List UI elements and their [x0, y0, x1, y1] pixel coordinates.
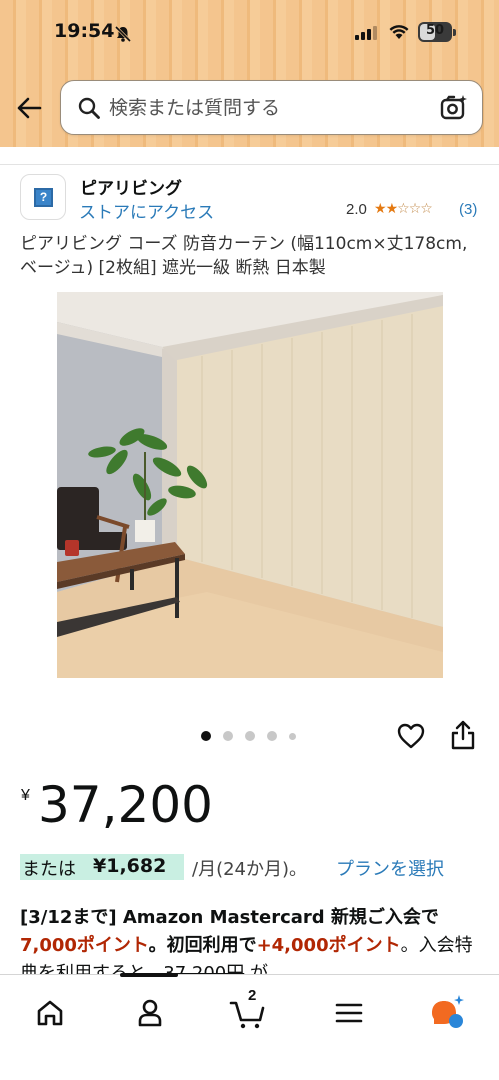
cellular-signal-icon [355, 26, 377, 40]
installment-prefix: または [22, 859, 76, 880]
installment-row: または ¥1,682 /月(24か月)。 プランを選択 [20, 854, 480, 880]
share-icon[interactable] [450, 720, 476, 750]
rufus-ai-icon[interactable] [428, 993, 468, 1033]
price-currency: ¥ [21, 787, 30, 804]
carousel-dot[interactable] [267, 731, 277, 741]
store-name: ピアリビング [80, 179, 182, 199]
star-filled-icon: ★ [385, 200, 399, 216]
select-plan-link[interactable]: プランを選択 [336, 855, 444, 881]
active-tab-indicator [120, 973, 178, 977]
search-input[interactable] [109, 93, 429, 123]
product-title: ピアリビング コーズ 防音カーテン (幅110cm×丈178cm, ベージュ) … [20, 234, 468, 278]
mastercard-promo[interactable]: [3/12まで] Amazon Mastercard 新規ご入会で 7,000ポイ… [20, 904, 482, 974]
visit-store-link[interactable]: ストアにアクセス [79, 198, 214, 223]
rating-count-link[interactable]: (3) [459, 201, 477, 218]
star-filled-icon: ★ [374, 200, 387, 216]
rating-stars[interactable]: ★★☆☆☆ [374, 200, 433, 217]
installment-amount: ¥1,682 [93, 855, 167, 877]
store-logo-placeholder-icon: ? [34, 188, 53, 207]
bell-off-icon [114, 25, 132, 43]
price-amount: 37,200 [38, 776, 213, 834]
rating-value: 2.0 [346, 201, 367, 218]
promo-text-2: 。初回利用で [148, 935, 257, 956]
product-image[interactable] [57, 292, 443, 678]
promo-text-1: [3/12まで] Amazon Mastercard 新規ご入会で [20, 907, 439, 928]
store-logo[interactable]: ? [20, 174, 66, 220]
menu-icon[interactable] [329, 993, 369, 1033]
back-arrow-icon[interactable] [14, 92, 46, 124]
image-carousel-dots[interactable] [201, 731, 301, 743]
search-icon [78, 97, 100, 119]
promo-text-4: が [244, 963, 268, 974]
header-divider [0, 164, 499, 165]
curtain-room-photo [57, 292, 443, 678]
battery-indicator: 50 [418, 22, 456, 42]
star-empty-icon: ☆ [397, 200, 410, 216]
star-empty-icon: ☆ [420, 200, 433, 216]
home-icon[interactable] [30, 993, 70, 1033]
account-icon[interactable] [130, 993, 170, 1033]
carousel-dot[interactable] [201, 731, 211, 741]
battery-percent: 50 [425, 23, 445, 38]
camera-search-icon[interactable] [439, 93, 469, 123]
star-empty-icon: ☆ [408, 200, 422, 216]
app-header: 19:54 50 [0, 0, 499, 147]
status-bar: 19:54 50 [0, 0, 499, 66]
promo-points-2: +4,000ポイント [256, 935, 401, 956]
carousel-dot[interactable] [289, 732, 296, 740]
installment-suffix: /月(24か月)。 [192, 859, 308, 880]
search-bar[interactable] [60, 80, 483, 135]
promo-points-1: 7,000ポイント [20, 935, 149, 956]
cart-count-badge: 2 [248, 987, 257, 1004]
wifi-icon [389, 25, 409, 39]
heart-icon[interactable] [397, 722, 425, 750]
carousel-dot[interactable] [223, 731, 233, 741]
status-time: 19:54 [54, 20, 115, 42]
carousel-dot[interactable] [245, 731, 255, 741]
